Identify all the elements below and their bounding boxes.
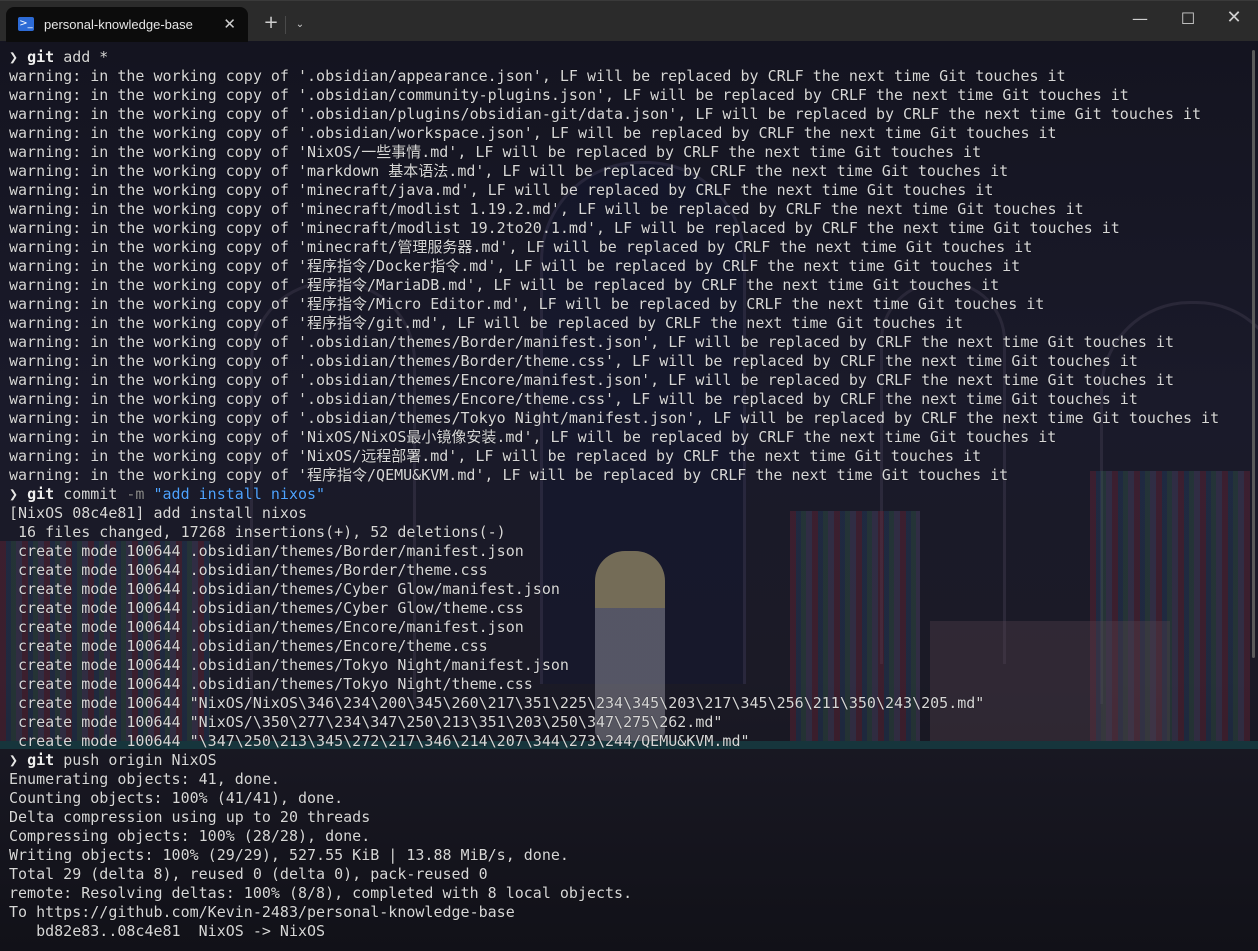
prompt-chevron-icon: ❯	[9, 751, 19, 769]
minimize-button[interactable]: —	[1130, 9, 1150, 28]
output-line: Counting objects: 100% (41/41), done.	[9, 789, 344, 807]
output-line: warning: in the working copy of 'markdow…	[9, 162, 1009, 180]
output-line: Delta compression using up to 20 threads	[9, 808, 371, 826]
terminal-tab[interactable]: >_ personal-knowledge-base ✕	[6, 7, 248, 42]
new-tab-button[interactable]: +	[262, 12, 280, 33]
output-line: warning: in the working copy of '.obsidi…	[9, 124, 1057, 142]
output-line: warning: in the working copy of '程序指令/Ma…	[9, 276, 1000, 294]
output-line: create mode 100644 .obsidian/themes/Toky…	[9, 656, 569, 674]
maximize-button[interactable]: ☐	[1178, 9, 1198, 28]
output-line: warning: in the working copy of '.obsidi…	[9, 371, 1174, 389]
powershell-icon: >_	[18, 17, 34, 31]
prompt-chevron-icon: ❯	[9, 48, 19, 66]
output-line: warning: in the working copy of '.obsidi…	[9, 105, 1202, 123]
output-line: warning: in the working copy of '.obsidi…	[9, 67, 1066, 85]
output-line: 16 files changed, 17268 insertions(+), 5…	[9, 523, 506, 541]
output-line: create mode 100644 .obsidian/themes/Cybe…	[9, 599, 524, 617]
output-line: To https://github.com/Kevin-2483/persona…	[9, 903, 515, 921]
window-title-bar[interactable]: >_ personal-knowledge-base ✕ + ⌄ — ☐ ✕	[0, 0, 1258, 42]
output-line: create mode 100644 "\347\250\213\345\272…	[9, 732, 750, 750]
output-line: warning: in the working copy of '程序指令/Do…	[9, 257, 1021, 275]
output-line: warning: in the working copy of '.obsidi…	[9, 86, 1129, 104]
output-line: warning: in the working copy of 'NixOS/远…	[9, 447, 982, 465]
output-line: warning: in the working copy of 'minecra…	[9, 219, 1120, 237]
output-line: create mode 100644 .obsidian/themes/Bord…	[9, 561, 488, 579]
prompt-line: ❯ git add *	[0, 48, 1258, 67]
command-name: git	[27, 485, 55, 503]
output-line: bd82e83..08c4e81 NixOS -> NixOS	[9, 922, 326, 940]
output-line: Compressing objects: 100% (28/28), done.	[9, 827, 371, 845]
output-line: remote: Resolving deltas: 100% (8/8), co…	[9, 884, 633, 902]
output-line: Enumerating objects: 41, done.	[9, 770, 280, 788]
output-line: warning: in the working copy of '.obsidi…	[9, 333, 1174, 351]
output-line: create mode 100644 "NixOS/NixOS\346\234\…	[9, 694, 985, 712]
output-line: warning: in the working copy of '.obsidi…	[9, 409, 1220, 427]
output-line: create mode 100644 .obsidian/themes/Enco…	[9, 618, 524, 636]
terminal-output[interactable]: ❯ git add * warning: in the working copy …	[0, 48, 1258, 941]
prompt-line: ❯ git commit -m "add install nixos"	[0, 485, 1258, 504]
chevron-down-icon[interactable]: ⌄	[291, 19, 309, 30]
output-line: warning: in the working copy of '程序指令/gi…	[9, 314, 964, 332]
output-line: warning: in the working copy of 'NixOS/一…	[9, 143, 982, 161]
close-window-button[interactable]: ✕	[1224, 7, 1244, 28]
command-args: commit	[63, 485, 127, 503]
output-line: create mode 100644 "NixOS/\350\277\234\3…	[9, 713, 723, 731]
output-line: warning: in the working copy of '程序指令/QE…	[9, 466, 1009, 484]
command-string: "add install nixos"	[153, 485, 326, 503]
output-line: create mode 100644 .obsidian/themes/Toky…	[9, 675, 533, 693]
output-line: warning: in the working copy of '程序指令/Mi…	[9, 295, 1045, 313]
output-line: warning: in the working copy of '.obsidi…	[9, 390, 1138, 408]
output-line: create mode 100644 .obsidian/themes/Bord…	[9, 542, 524, 560]
command-name: git	[27, 48, 55, 66]
output-line: warning: in the working copy of 'minecra…	[9, 238, 1033, 256]
close-tab-icon[interactable]: ✕	[223, 15, 236, 33]
output-line: warning: in the working copy of '.obsidi…	[9, 352, 1138, 370]
prompt-line: ❯ git push origin NixOS	[0, 751, 1258, 770]
command-args: add *	[63, 48, 109, 66]
tab-title: personal-knowledge-base	[44, 17, 193, 32]
terminal-scrollbar[interactable]	[1252, 50, 1255, 658]
output-line: Total 29 (delta 8), reused 0 (delta 0), …	[9, 865, 488, 883]
output-line: warning: in the working copy of 'NixOS/N…	[9, 428, 1057, 446]
output-line: Writing objects: 100% (29/29), 527.55 Ki…	[9, 846, 569, 864]
output-line: [NixOS 08c4e81] add install nixos	[9, 504, 308, 522]
command-name: git	[27, 751, 55, 769]
command-args: push origin NixOS	[63, 751, 217, 769]
toolbar-divider	[285, 16, 286, 34]
output-line: create mode 100644 .obsidian/themes/Cybe…	[9, 580, 560, 598]
prompt-chevron-icon: ❯	[9, 485, 19, 503]
output-line: warning: in the working copy of 'minecra…	[9, 200, 1084, 218]
output-line: create mode 100644 .obsidian/themes/Enco…	[9, 637, 488, 655]
output-line: warning: in the working copy of 'minecra…	[9, 181, 994, 199]
command-flag: -m	[126, 485, 154, 503]
